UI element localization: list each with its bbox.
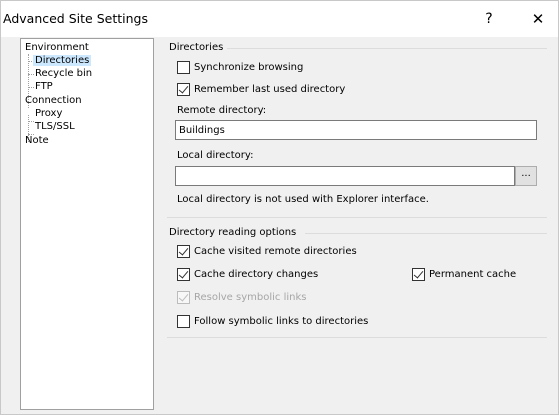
group-divider — [227, 48, 547, 49]
browse-local-directory-button[interactable]: ... — [515, 166, 537, 186]
checkbox-label: Resolve symbolic links — [194, 292, 307, 303]
remote-directory-input[interactable] — [175, 120, 537, 140]
checkbox-label: Remember last used directory — [194, 84, 346, 95]
tree-item-note[interactable]: Note — [23, 135, 51, 147]
window-title: Advanced Site Settings — [3, 11, 148, 26]
checkbox-box[interactable] — [412, 268, 425, 281]
group-divider — [167, 217, 547, 218]
advanced-site-settings-dialog: Advanced Site Settings ? ✕ Environment D… — [0, 0, 559, 415]
remote-directory-label: Remote directory: — [177, 105, 267, 116]
tree-item-ftp[interactable]: FTP — [33, 81, 55, 93]
group-divider — [305, 233, 547, 234]
checkbox-label: Cache visited remote directories — [194, 246, 357, 257]
checkbox-box[interactable] — [177, 83, 190, 96]
tree-item-label: TLS/SSL — [35, 121, 75, 132]
directories-group-title: Directories — [169, 42, 224, 53]
group-divider — [167, 337, 547, 338]
tree-item-environment[interactable]: Environment — [23, 42, 91, 54]
checkbox-box[interactable] — [177, 61, 190, 74]
tree-item-connection[interactable]: Connection — [23, 95, 84, 107]
tree-item-recycle-bin[interactable]: Recycle bin — [33, 68, 94, 80]
checkbox-label: Permanent cache — [429, 269, 517, 280]
checkbox-box[interactable] — [177, 268, 190, 281]
tree-item-label: Connection — [25, 95, 82, 106]
checkbox-label: Cache directory changes — [194, 269, 319, 280]
local-directory-input[interactable] — [175, 166, 515, 186]
checkbox-box[interactable] — [177, 245, 190, 258]
tree-item-tls-ssl[interactable]: TLS/SSL — [33, 121, 77, 133]
checkbox-box — [177, 291, 190, 304]
tree-item-label: Environment — [25, 42, 89, 53]
tree-item-label: FTP — [35, 81, 53, 92]
tree-item-label: Directories — [33, 55, 92, 66]
checkbox-label: Follow symbolic links to directories — [194, 316, 369, 327]
tree-item-directories[interactable]: Directories — [33, 55, 92, 67]
tree-item-label: Recycle bin — [35, 68, 93, 79]
close-button[interactable]: ✕ — [518, 7, 558, 31]
help-button[interactable]: ? — [469, 7, 509, 31]
local-directory-note: Local directory is not used with Explore… — [177, 194, 429, 205]
settings-tree: Environment Directories Recycle bin FTP … — [20, 38, 154, 410]
checkbox-box[interactable] — [177, 315, 190, 328]
title-bar: Advanced Site Settings ? ✕ — [1, 1, 558, 37]
reading-options-group-title: Directory reading options — [169, 227, 297, 238]
tree-item-proxy[interactable]: Proxy — [33, 108, 64, 120]
local-directory-label: Local directory: — [177, 150, 254, 161]
tree-item-label: Note — [25, 135, 49, 146]
tree-item-label: Proxy — [35, 108, 63, 119]
checkbox-label: Synchronize browsing — [194, 62, 304, 73]
